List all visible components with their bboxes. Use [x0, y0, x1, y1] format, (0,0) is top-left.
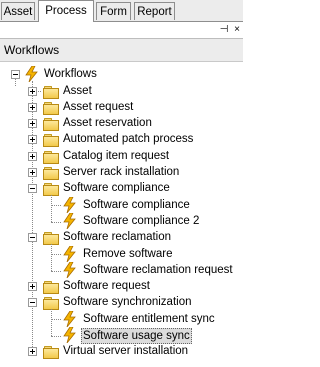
folder-label: Software synchronization	[63, 296, 192, 308]
workflow-software-compliance[interactable]: Software compliance	[0, 197, 243, 214]
folder-software-compliance[interactable]: Software compliance	[0, 180, 243, 197]
close-icon[interactable]: ×	[231, 24, 243, 36]
workflow-label: Software compliance	[83, 199, 190, 211]
tree-root-label: Workflows	[44, 68, 97, 80]
collapse-icon[interactable]	[28, 233, 37, 242]
folder-asset-request[interactable]: Asset request	[0, 99, 243, 116]
workflow-software-reclamation-request[interactable]: Software reclamation request	[0, 262, 243, 279]
workflow-software-entitlement-sync[interactable]: Software entitlement sync	[0, 311, 243, 328]
folder-open-icon	[43, 297, 59, 310]
lightning-icon	[25, 66, 38, 82]
workflow-label: Software compliance 2	[83, 215, 200, 227]
expand-icon[interactable]	[28, 152, 37, 161]
folder-automated-patch-process[interactable]: Automated patch process	[0, 131, 243, 148]
folder-label: Catalog item request	[63, 150, 170, 162]
folder-icon	[43, 118, 59, 131]
collapse-icon[interactable]	[28, 298, 37, 307]
workflow-label: Software entitlement sync	[83, 313, 215, 325]
collapse-icon[interactable]	[11, 70, 20, 79]
folder-label: Software reclamation	[63, 231, 172, 243]
folder-label: Asset request	[63, 101, 134, 113]
collapse-icon[interactable]	[28, 184, 37, 193]
expand-icon[interactable]	[28, 347, 37, 356]
folder-software-synchronization[interactable]: Software synchronization	[0, 294, 243, 311]
folder-label: Software request	[63, 280, 150, 292]
folder-icon	[43, 102, 59, 115]
folder-icon	[43, 281, 59, 294]
workflow-label: Software reclamation request	[83, 264, 233, 276]
folder-label: Software compliance	[63, 182, 170, 194]
panel-title: Workflows	[4, 43, 60, 57]
folder-label: Asset reservation	[63, 117, 152, 129]
panel-header: ⊣ ×	[0, 22, 243, 39]
folder-label: Automated patch process	[63, 133, 194, 145]
folder-open-icon	[43, 183, 59, 196]
workflow-tree: Workflows Asset Asset request Asset rese…	[0, 62, 243, 367]
workflow-remove-software[interactable]: Remove software	[0, 246, 243, 263]
folder-label: Virtual server installation	[63, 345, 189, 357]
lightning-icon	[63, 213, 76, 229]
lightning-icon	[63, 311, 76, 327]
tab-report[interactable]: Report	[134, 2, 175, 20]
expand-icon[interactable]	[28, 103, 37, 112]
expand-icon[interactable]	[28, 168, 37, 177]
folder-label: Asset	[63, 85, 92, 97]
folder-label: Server rack installation	[63, 166, 180, 178]
expand-icon[interactable]	[28, 282, 37, 291]
folder-icon	[43, 134, 59, 147]
folder-catalog-item-request[interactable]: Catalog item request	[0, 148, 243, 165]
workflow-label-selected: Software usage sync	[81, 328, 192, 344]
lightning-icon	[63, 327, 76, 343]
pin-icon[interactable]: ⊣	[218, 24, 230, 36]
folder-software-request[interactable]: Software request	[0, 278, 243, 295]
expand-icon[interactable]	[28, 119, 37, 128]
folder-asset-reservation[interactable]: Asset reservation	[0, 115, 243, 132]
folder-software-reclamation[interactable]: Software reclamation	[0, 229, 243, 246]
lightning-icon	[63, 197, 76, 213]
folder-icon	[43, 86, 59, 99]
tree-root[interactable]: Workflows	[0, 66, 243, 83]
folder-server-rack-installation[interactable]: Server rack installation	[0, 164, 243, 181]
workflow-software-usage-sync[interactable]: Software usage sync	[0, 327, 243, 344]
expand-icon[interactable]	[28, 87, 37, 96]
tab-form[interactable]: Form	[96, 2, 131, 20]
folder-icon	[43, 167, 59, 180]
workflow-software-compliance-2[interactable]: Software compliance 2	[0, 213, 243, 230]
workflow-label: Remove software	[83, 248, 173, 260]
workflow-app: Asset Process Form Report ⊣ × Workflows …	[0, 0, 243, 367]
folder-icon	[43, 346, 59, 359]
folder-virtual-server-installation[interactable]: Virtual server installation	[0, 343, 243, 360]
folder-icon	[43, 151, 59, 164]
expand-icon[interactable]	[28, 135, 37, 144]
folder-asset[interactable]: Asset	[0, 83, 243, 100]
lightning-icon	[63, 262, 76, 278]
panel-title-bar: Workflows	[0, 39, 243, 62]
folder-open-icon	[43, 232, 59, 245]
lightning-icon	[63, 246, 76, 262]
tab-bar: Asset Process Form Report	[0, 0, 243, 22]
tab-process[interactable]: Process	[38, 0, 94, 22]
tab-asset[interactable]: Asset	[1, 2, 35, 20]
